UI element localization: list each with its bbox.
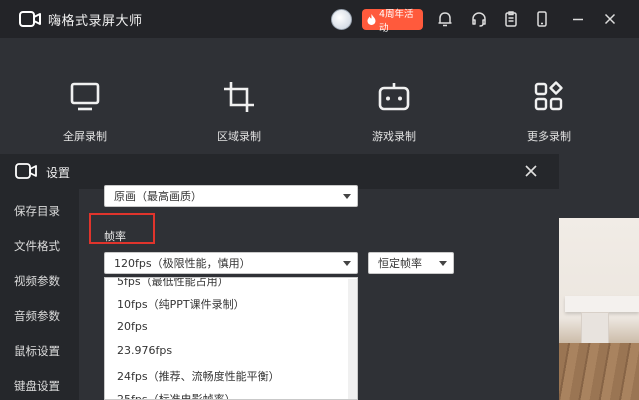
chevron-down-icon	[439, 261, 447, 266]
avatar[interactable]	[331, 9, 352, 30]
framerate-option[interactable]: 20fps	[117, 320, 148, 333]
framerate-select[interactable]: 120fps（极限性能，慎用）	[104, 252, 358, 274]
framerate-option[interactable]: 5fps（最低性能占用）	[117, 278, 229, 289]
clipboard-icon[interactable]	[502, 10, 520, 28]
promo-label: 4周年活动	[378, 8, 414, 34]
chevron-down-icon	[343, 194, 351, 199]
sidebar-item-file-format[interactable]: 文件格式	[14, 238, 60, 254]
phone-icon[interactable]	[533, 10, 551, 28]
photo-shelf	[565, 296, 639, 312]
more-record-button[interactable]: 更多录制	[504, 78, 594, 144]
minimize-icon[interactable]	[569, 10, 587, 28]
framerate-mode-select[interactable]: 恒定帧率	[368, 252, 454, 274]
grid-icon	[534, 81, 563, 111]
promo-badge[interactable]: 4周年活动	[362, 9, 423, 34]
monitor-icon	[70, 82, 100, 111]
sidebar-item-save-dir[interactable]: 保存目录	[14, 203, 60, 219]
mode-label-fullscreen: 全屏录制	[63, 130, 107, 143]
title-bar: 嗨格式录屏大师 4周年活动	[0, 0, 639, 38]
framerate-option[interactable]: 10fps（纯PPT课件录制）	[117, 296, 245, 312]
flame-icon	[367, 14, 376, 25]
headset-icon[interactable]	[470, 10, 488, 28]
dialog-close-icon[interactable]	[523, 163, 539, 179]
framerate-dropdown-list: 5fps（最低性能占用） 10fps（纯PPT课件录制） 20fps 23.97…	[104, 277, 358, 400]
framerate-mode-value: 恒定帧率	[378, 257, 422, 270]
mode-label-region: 区域录制	[217, 130, 261, 143]
camera-icon	[15, 163, 37, 179]
sidebar-item-audio-params[interactable]: 音频参数	[14, 308, 60, 324]
framerate-option[interactable]: 25fps（标准电影帧率）	[117, 391, 236, 399]
sidebar-item-keyboard-settings[interactable]: 键盘设置	[14, 378, 60, 394]
fullscreen-record-button[interactable]: 全屏录制	[40, 78, 130, 144]
crop-icon	[224, 82, 254, 112]
close-icon[interactable]	[601, 10, 619, 28]
framerate-option[interactable]: 23.976fps	[117, 344, 172, 357]
framerate-select-value: 120fps（极限性能，慎用）	[114, 257, 251, 270]
quality-select-value: 原画（最高画质）	[114, 190, 202, 203]
app-title: 嗨格式录屏大师	[48, 14, 143, 29]
background-photo	[559, 218, 639, 400]
bell-icon[interactable]	[436, 10, 454, 28]
quality-select[interactable]: 原画（最高画质）	[104, 185, 358, 207]
dropdown-scrollbar[interactable]	[348, 279, 357, 399]
framerate-label: 帧率	[104, 230, 126, 243]
gamepad-icon	[378, 83, 410, 111]
settings-sidebar: 保存目录 文件格式 视频参数 音频参数 鼠标设置 键盘设置	[0, 189, 79, 400]
framerate-option[interactable]: 24fps（推荐、流畅度性能平衡）	[117, 368, 280, 384]
photo-wood-floor	[559, 343, 639, 400]
sidebar-item-video-params[interactable]: 视频参数	[14, 273, 60, 289]
dialog-header: 设置	[0, 154, 559, 189]
sidebar-item-mouse-settings[interactable]: 鼠标设置	[14, 343, 60, 359]
dialog-title: 设置	[46, 166, 71, 180]
app-logo-icon	[19, 11, 41, 27]
mode-label-game: 游戏录制	[372, 130, 416, 143]
region-record-button[interactable]: 区域录制	[194, 78, 284, 144]
chevron-down-icon	[343, 261, 351, 266]
mode-label-more: 更多录制	[527, 130, 571, 143]
game-record-button[interactable]: 游戏录制	[349, 78, 439, 144]
